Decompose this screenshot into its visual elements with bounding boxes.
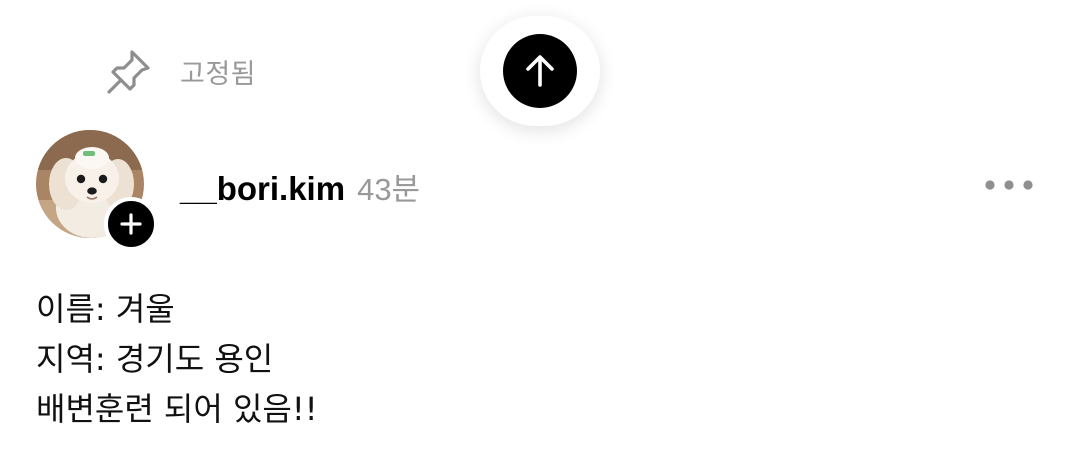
author-avatar-group bbox=[36, 130, 158, 251]
post-author-line: __bori.kim 43분 bbox=[180, 164, 420, 208]
scroll-to-top-button[interactable] bbox=[503, 34, 577, 108]
more-options-button[interactable] bbox=[980, 168, 1038, 202]
post-text-line: 배변훈련 되어 있음!! bbox=[36, 390, 318, 428]
author-username[interactable]: __bori.kim bbox=[180, 170, 345, 208]
pin-icon bbox=[107, 50, 150, 94]
more-dots-icon bbox=[985, 180, 1033, 190]
follow-button[interactable] bbox=[104, 197, 158, 251]
post-text-line: 이름: 겨울 bbox=[36, 290, 175, 328]
pinned-label: 고정됨 bbox=[180, 58, 257, 90]
post-timestamp: 43분 bbox=[357, 172, 421, 207]
post-view: 고정됨 __bori.kim 43분 이름: 겨울 지역: 경기도 용인 배변훈… bbox=[0, 0, 1080, 456]
arrow-up-icon bbox=[526, 55, 554, 87]
post-text-line: 지역: 경기도 용인 bbox=[36, 340, 274, 378]
post-body: 이름: 겨울 지역: 경기도 용인 배변훈련 되어 있음!! bbox=[36, 284, 1036, 434]
scroll-to-top-container bbox=[480, 16, 600, 126]
pinned-indicator: 고정됨 bbox=[104, 48, 256, 94]
plus-icon bbox=[120, 213, 142, 235]
